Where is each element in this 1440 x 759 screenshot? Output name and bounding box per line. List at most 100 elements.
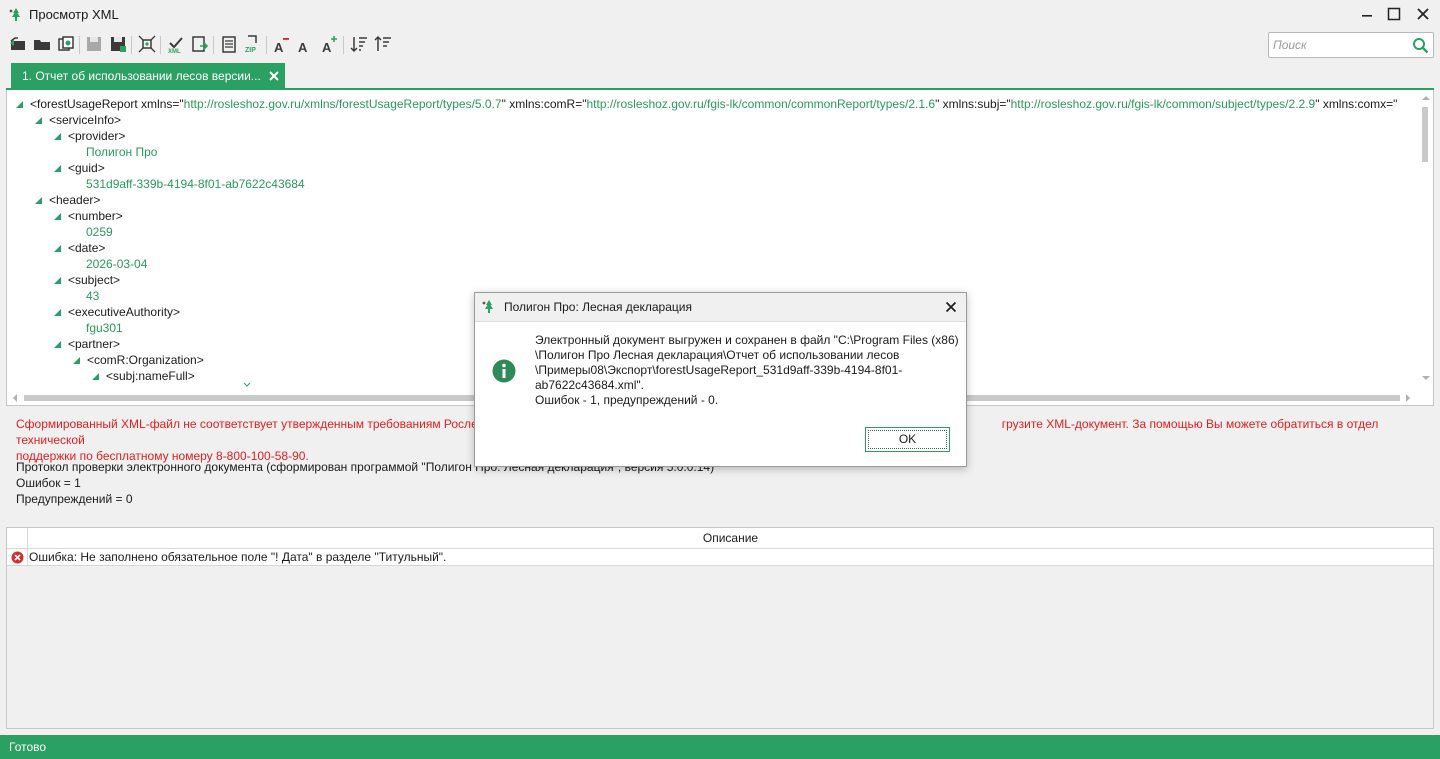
xml-tag: " xmlns:subj=" — [935, 97, 1011, 111]
toolbar-font-decrease[interactable]: A — [272, 34, 292, 55]
toolbar-zip[interactable]: ZIP — [243, 34, 263, 54]
xml-attr-value: http://rosleshoz.gov.ru/fgis-lk/common/s… — [1010, 97, 1316, 111]
collapse-triangle-icon[interactable] — [92, 373, 99, 380]
toolbar-sort-asc[interactable] — [373, 34, 393, 54]
grid-header: Описание — [7, 528, 1433, 549]
xml-value: 43 — [86, 289, 100, 303]
close-tab-icon[interactable] — [268, 70, 280, 82]
save-disabled-icon — [87, 37, 101, 51]
toolbar-copy[interactable] — [56, 34, 76, 54]
collapse-triangle-icon[interactable] — [35, 197, 42, 204]
xml-node: <comR:Organization> — [87, 353, 204, 367]
toolbar-font-increase[interactable]: A — [320, 34, 340, 55]
toolbar-save-as[interactable] — [108, 34, 128, 54]
xml-node: <header> — [49, 193, 101, 207]
xml-node: <number> — [68, 209, 123, 223]
save-as-icon — [111, 37, 126, 52]
dialog-message-line: \Полигон Про Лесная декларация\Отчет об … — [535, 348, 900, 362]
toolbar-separator — [131, 36, 132, 54]
xml-node: <provider> — [68, 129, 126, 143]
xml-node: <subj:nameFull> — [106, 369, 195, 383]
collapse-triangle-icon[interactable] — [54, 277, 61, 284]
svg-text:A: A — [298, 40, 308, 54]
collapse-triangle-icon[interactable] — [35, 117, 42, 124]
minimize-button[interactable] — [1356, 4, 1378, 26]
dialog-message: Электронный документ выгружен и сохранен… — [535, 333, 960, 408]
xml-node: <guid> — [68, 161, 105, 175]
collapse-triangle-icon[interactable] — [16, 101, 23, 108]
tab-label: 1. Отчет об использовании лесов версии..… — [22, 69, 261, 83]
collapse-triangle-icon[interactable] — [54, 245, 61, 252]
column-header-description[interactable]: Описание — [27, 528, 1433, 549]
xml-value: Полигон Про — [86, 145, 158, 159]
toolbar-open-back[interactable] — [8, 34, 28, 54]
message-dialog: Полигон Про: Лесная декларация Электронн… — [474, 292, 967, 467]
collapse-triangle-icon[interactable] — [73, 357, 80, 364]
app-tree-icon — [482, 300, 493, 313]
tab-document[interactable]: 1. Отчет об использовании лесов версии..… — [11, 63, 285, 89]
xml-root-line: <forestUsageReport xmlns="http://roslesh… — [30, 96, 1397, 112]
collapse-triangle-icon[interactable] — [54, 165, 61, 172]
scroll-down-icon[interactable] — [1421, 373, 1431, 383]
ok-button[interactable]: OK — [865, 427, 950, 452]
close-icon[interactable] — [945, 301, 957, 313]
font-decrease-icon: A — [274, 38, 289, 55]
table-row[interactable]: Ошибка: Не заполнено обязательное поле "… — [7, 549, 1433, 566]
xml-node: <executiveAuthority> — [68, 305, 181, 319]
error-icon — [11, 551, 24, 564]
collapse-triangle-icon[interactable] — [54, 133, 61, 140]
collapse-triangle-icon[interactable] — [54, 213, 61, 220]
toolbar-separator — [343, 36, 344, 54]
toolbar-open-folder[interactable] — [32, 34, 52, 54]
zip-icon: ZIP — [245, 35, 257, 54]
toolbar-sort-desc[interactable] — [349, 34, 369, 54]
collapse-triangle-icon[interactable] — [54, 341, 61, 348]
svg-text:A: A — [322, 40, 332, 54]
svg-text:XML: XML — [168, 49, 181, 54]
xml-value: fgu301 — [86, 321, 123, 335]
report-icon — [222, 36, 236, 53]
close-window-button[interactable] — [1412, 4, 1434, 26]
dialog-message-line: Ошибок - 1, предупреждений - 0. — [535, 393, 719, 407]
dialog-title-bar[interactable]: Полигон Про: Лесная декларация — [475, 293, 966, 321]
maximize-icon — [1387, 7, 1401, 21]
scroll-more-icon — [243, 382, 251, 387]
row-description: Ошибка: Не заполнено обязательное поле "… — [27, 549, 447, 566]
dialog-body: Электронный документ выгружен и сохранен… — [475, 321, 966, 466]
info-icon — [492, 359, 516, 383]
scroll-left-icon[interactable] — [10, 393, 20, 403]
collapse-triangle-icon[interactable] — [54, 309, 61, 316]
toolbar-report[interactable] — [219, 34, 239, 54]
xml-node: <serviceInfo> — [49, 113, 122, 127]
error-text-part: Сформированный XML-файл не соответствует… — [16, 417, 484, 431]
search-input[interactable] — [1271, 35, 1407, 55]
toolbar-xml-check[interactable]: XML — [166, 34, 186, 55]
toolbar-separator — [213, 36, 214, 54]
toolbar: XML ZIP A A A — [0, 32, 1440, 58]
svg-text:A: A — [274, 40, 284, 54]
window-title: Просмотр XML — [29, 7, 119, 22]
toolbar-font-normal[interactable]: A — [296, 34, 316, 55]
toolbar-expand[interactable] — [137, 34, 157, 54]
toolbar-export[interactable] — [190, 34, 210, 54]
errors-count: Ошибок = 1 — [16, 476, 81, 490]
sort-asc-icon — [374, 35, 391, 51]
search-icon[interactable] — [1412, 37, 1429, 54]
xml-node: <date> — [68, 241, 106, 255]
maximize-button[interactable] — [1383, 4, 1405, 26]
dialog-message-line: \Примеры08\Экспорт\forestUsageReport_531… — [535, 363, 903, 377]
scroll-up-icon[interactable] — [1421, 93, 1431, 103]
scroll-thumb[interactable] — [1422, 107, 1428, 162]
toolbar-save-disabled[interactable] — [84, 34, 104, 54]
status-text: Готово — [9, 740, 47, 754]
font-increase-icon: A — [322, 36, 337, 55]
sort-desc-icon — [350, 37, 367, 53]
scroll-right-icon[interactable] — [1403, 393, 1413, 403]
ok-button-label: OK — [898, 432, 917, 446]
dialog-title: Полигон Про: Лесная декларация — [504, 300, 692, 314]
toolbar-separator — [79, 36, 80, 54]
errors-grid[interactable]: Описание Ошибка: Не заполнено обязательн… — [6, 527, 1434, 729]
close-icon — [1417, 8, 1429, 20]
vertical-scrollbar[interactable] — [1419, 90, 1433, 390]
toolbar-separator — [266, 36, 267, 54]
